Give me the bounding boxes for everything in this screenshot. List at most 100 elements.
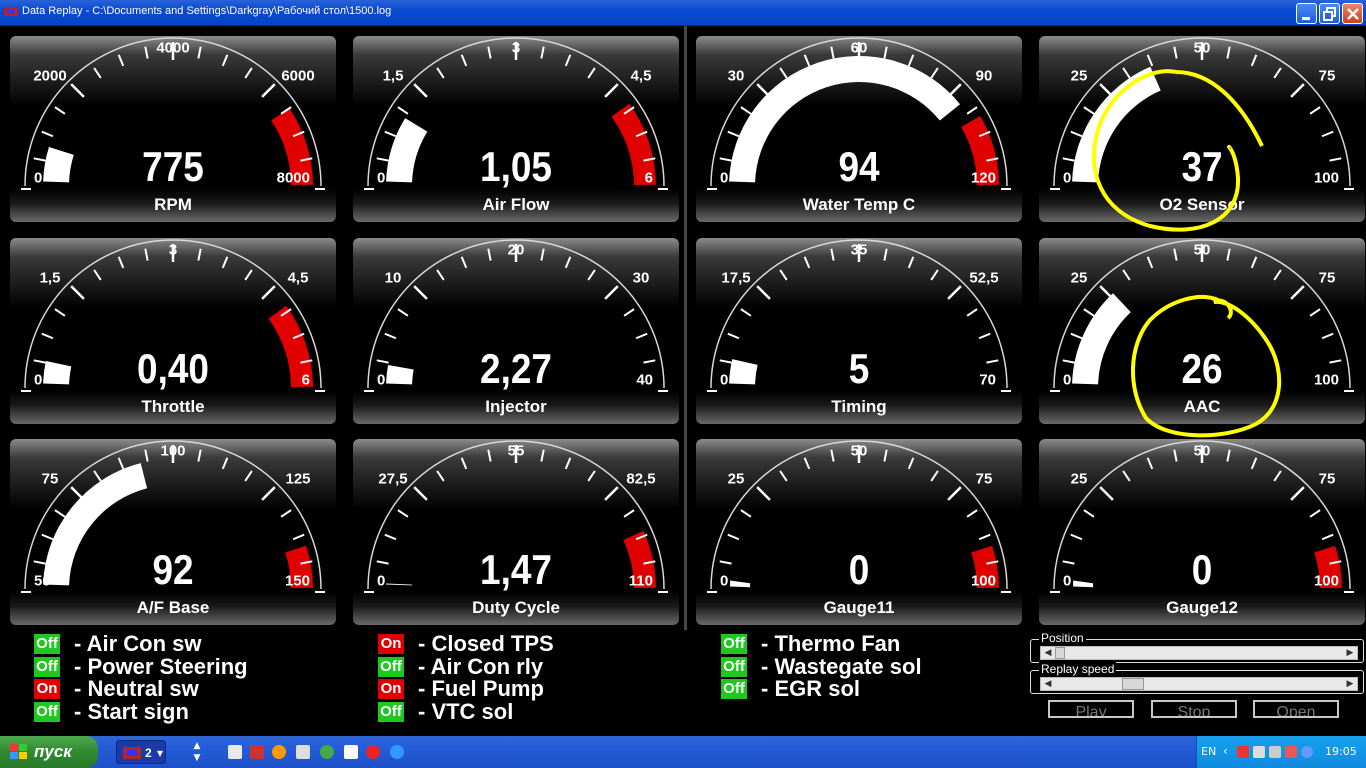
taskbar-group-button[interactable]: 2 ▾ (116, 740, 166, 764)
replay-speed-slider[interactable]: ◀ ▶ (1040, 677, 1358, 691)
gauge-minor-tick (1309, 509, 1321, 518)
gauge-tick-label: 27,5 (378, 470, 408, 488)
window-titlebar[interactable]: Data Replay - C:\Documents and Settings\… (0, 0, 1366, 26)
start-button[interactable]: пуск (0, 736, 98, 768)
gauge-minor-tick (978, 533, 991, 541)
gauge-minor-tick (384, 130, 397, 138)
slider-right-arrow-icon[interactable]: ▶ (1343, 647, 1357, 659)
gauge-minor-tick (1070, 332, 1083, 340)
gauge-minor-tick (197, 248, 202, 261)
gauge-minor-tick (397, 308, 409, 317)
gauge-minor-tick (144, 46, 149, 59)
restore-icon (1323, 7, 1336, 21)
minimize-button[interactable] (1296, 3, 1317, 24)
gauge-minor-tick (830, 46, 835, 59)
gauge-minor-tick (587, 67, 596, 79)
status-badge: Off (721, 656, 747, 677)
quicklaunch-opera-icon[interactable] (366, 745, 380, 759)
gauge-name: O2 Sensor (1159, 195, 1245, 214)
gauge-tick-label: 4,5 (630, 67, 652, 85)
position-slider-thumb[interactable] (1055, 647, 1065, 659)
gauge-minor-tick (1273, 470, 1282, 482)
gauge-major-tick (604, 83, 619, 98)
play-button[interactable]: Play (1048, 700, 1134, 718)
gauge-tick-label: 100 (160, 442, 186, 460)
tray-update-icon[interactable] (1301, 746, 1313, 758)
replay-speed-slider-group: Replay speed ◀ ▶ (1030, 662, 1364, 694)
status-label: - Neutral sw (74, 676, 199, 702)
position-slider[interactable]: ◀ ▶ (1040, 646, 1358, 660)
gauge-minor-tick (623, 509, 635, 518)
tray-app-icon[interactable] (1237, 746, 1249, 758)
quicklaunch-editor-icon[interactable] (296, 745, 310, 759)
open-button[interactable]: Open (1253, 700, 1339, 718)
taskbar-scroll-arrows[interactable]: ▲ ▼ (190, 740, 204, 764)
tray-sound-icon[interactable] (1269, 746, 1281, 758)
gauge-minor-tick (740, 308, 752, 317)
gauge-minor-tick (803, 54, 811, 67)
gauge-tick-label: 25 (1070, 269, 1088, 287)
gauge-tick-label: 25 (1070, 67, 1088, 85)
close-button[interactable] (1342, 3, 1363, 24)
windows-flag-icon (10, 744, 27, 759)
gauge-minor-tick (1122, 470, 1131, 482)
status-label: - Closed TPS (418, 631, 554, 656)
gauge-minor-tick (830, 248, 835, 261)
gauge-minor-tick (727, 533, 740, 541)
gauge-minor-tick (244, 67, 253, 79)
gauge-minor-tick (221, 457, 229, 470)
status-indicator: On - Closed TPS (378, 631, 554, 656)
gauge-tick-label: 30 (727, 67, 745, 85)
gauge-minor-tick (144, 449, 149, 462)
gauge-air-flow: 0 1,5 3 4,5 6 1,05 Air Flow (353, 36, 679, 222)
slider-right-arrow-icon[interactable]: ▶ (1343, 678, 1357, 690)
gauge-major-tick (70, 486, 85, 501)
tray-network-icon[interactable] (1253, 746, 1265, 758)
gauge-tick-label: 1,5 (39, 269, 61, 287)
gauge-minor-tick (1273, 269, 1282, 281)
gauge-tick-label: 75 (41, 470, 59, 488)
gauge-name: Air Flow (482, 195, 550, 214)
gauge-value: 26 (1181, 345, 1223, 392)
slider-left-arrow-icon[interactable]: ◀ (1041, 678, 1055, 690)
quicklaunch-browser-icon[interactable] (390, 745, 404, 759)
tray-expand-icon[interactable]: ‹ (1223, 744, 1228, 758)
window-title: Data Replay - C:\Documents and Settings\… (22, 5, 392, 17)
gauge-minor-tick (803, 457, 811, 470)
gauge-minor-tick (623, 308, 635, 317)
status-badge: On (34, 679, 60, 700)
gauge-minor-tick (93, 470, 102, 482)
gauge-minor-tick (487, 248, 492, 261)
gauge-minor-tick (1309, 308, 1321, 317)
quicklaunch-grid-icon[interactable] (344, 745, 358, 759)
gauge-o2-sensor: 0 25 50 75 100 37 O2 Sensor (1039, 36, 1365, 222)
stop-button[interactable]: Stop (1151, 700, 1237, 718)
gauge-minor-tick (1122, 67, 1131, 79)
gauge-minor-tick (907, 457, 915, 470)
gauge-minor-tick (1250, 54, 1258, 67)
replay-speed-slider-thumb[interactable] (1122, 678, 1144, 690)
quicklaunch-chrome-icon[interactable] (320, 745, 334, 759)
gauge-major-tick (1290, 83, 1305, 98)
gauge-major-tick (1290, 285, 1305, 300)
gauge-major-tick (1099, 285, 1114, 300)
gauge-name: RPM (154, 195, 192, 214)
taskbar-group-count: 2 (145, 746, 152, 760)
maximize-button[interactable] (1319, 3, 1340, 24)
quicklaunch-app-icon[interactable] (250, 745, 264, 759)
gauge-minor-tick (1273, 67, 1282, 79)
gauge-minor-tick (1146, 54, 1154, 67)
language-indicator[interactable]: EN (1201, 745, 1216, 758)
gauge-tick-label: 25 (727, 470, 745, 488)
gauge-tick-label: 75 (1318, 67, 1336, 85)
quicklaunch-media-icon[interactable] (272, 745, 286, 759)
tray-alert-icon[interactable] (1285, 746, 1297, 758)
gauge-tick-label: 25 (1070, 470, 1088, 488)
slider-left-arrow-icon[interactable]: ◀ (1041, 647, 1055, 659)
gauge-minor-tick (436, 470, 445, 482)
gauge-minor-tick (117, 256, 125, 269)
status-label: - Power Steering (74, 653, 248, 679)
gauge-minor-tick (244, 470, 253, 482)
quicklaunch-file-icon[interactable] (228, 745, 242, 759)
gauge-major-tick (1290, 486, 1305, 501)
